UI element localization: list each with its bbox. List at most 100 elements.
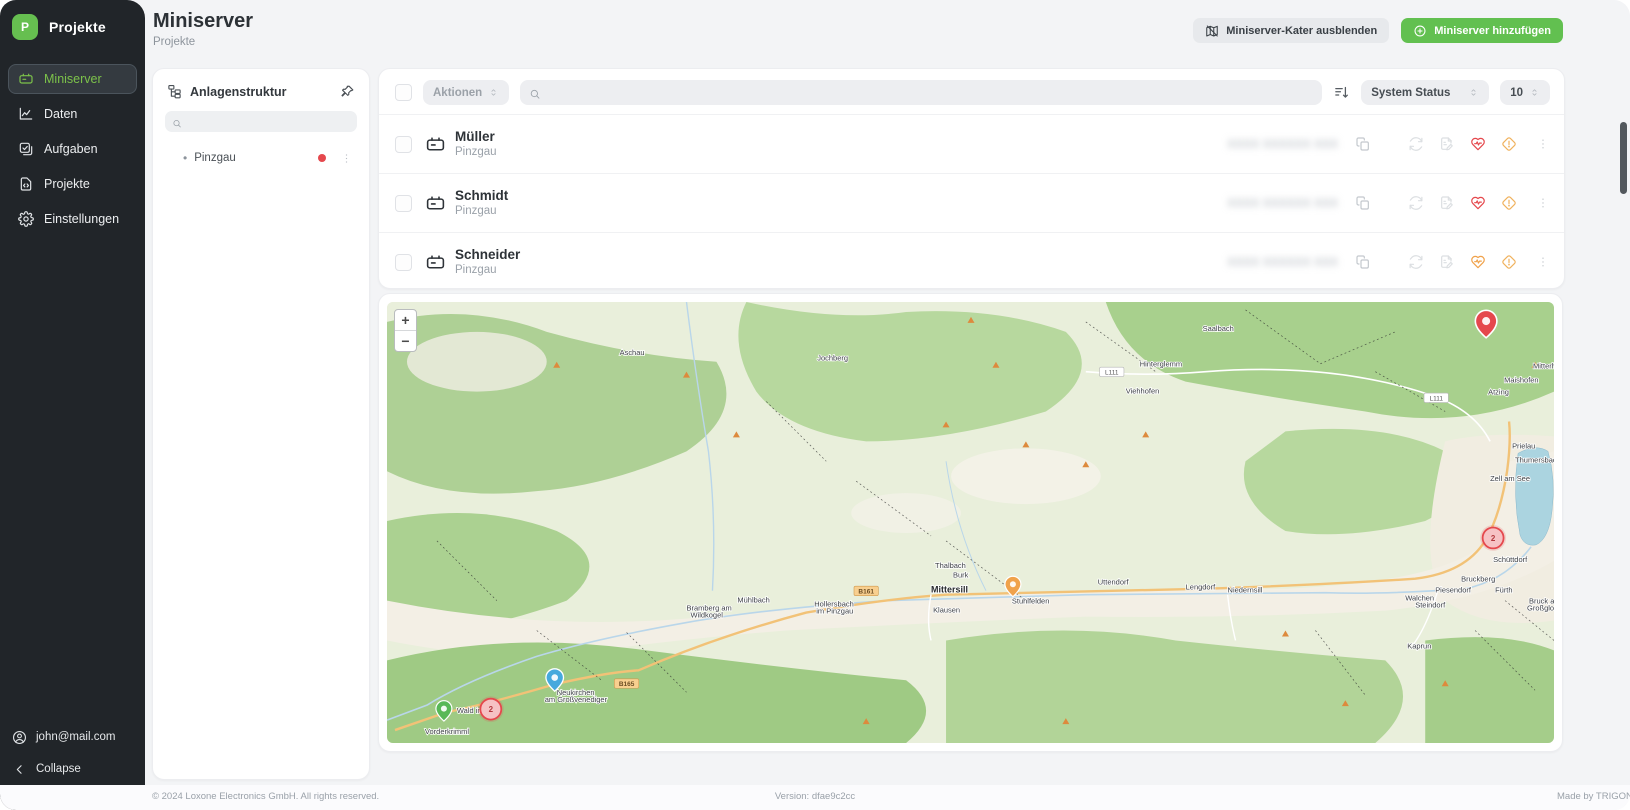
chevrons-updown-icon xyxy=(1529,87,1540,98)
map-place-label: Zell am See xyxy=(1490,474,1530,483)
brand-name: Projekte xyxy=(49,19,106,35)
row-menu-icon[interactable] xyxy=(1536,255,1550,269)
alert-diamond-icon[interactable] xyxy=(1501,136,1517,152)
table-row[interactable]: Schneider Pinzgau XXXX XXXXXX XXX xyxy=(379,232,1564,289)
chevron-left-icon xyxy=(12,762,27,777)
collapse-button[interactable]: Collapse xyxy=(12,756,133,782)
page-title: Miniserver xyxy=(153,10,253,33)
map-place-label: Stuhlfelden xyxy=(1012,597,1049,606)
refresh-icon[interactable] xyxy=(1408,136,1424,152)
map-place-label: Niedernsill xyxy=(1228,586,1263,595)
alert-diamond-icon[interactable] xyxy=(1501,254,1517,270)
user-email: john@mail.com xyxy=(36,731,115,743)
map-place-label: Steindorf xyxy=(1415,601,1446,610)
chevrons-updown-icon xyxy=(488,87,499,98)
refresh-icon[interactable] xyxy=(1408,195,1424,211)
health-heart-icon[interactable] xyxy=(1470,136,1486,152)
map-place-label: Hinterglemm xyxy=(1140,360,1182,369)
page-size-value: 10 xyxy=(1510,87,1523,99)
map-cluster-marker[interactable]: 2 xyxy=(478,696,504,722)
user-account[interactable]: john@mail.com xyxy=(12,724,133,750)
map-place-label: Uttendorf xyxy=(1098,578,1130,587)
tree-structure-icon xyxy=(167,84,182,99)
sidebar-item-daten[interactable]: Daten xyxy=(8,99,137,129)
actions-dropdown[interactable]: Aktionen xyxy=(423,80,509,105)
road-badge: L111 xyxy=(1424,393,1448,402)
person-circle-icon xyxy=(12,730,27,745)
hide-map-label: Miniserver-Kater ausblenden xyxy=(1226,25,1377,37)
table-search[interactable] xyxy=(520,80,1322,105)
miniserver-icon xyxy=(425,193,446,214)
search-icon xyxy=(529,87,541,99)
document-edit-icon[interactable] xyxy=(1439,195,1455,211)
map-cluster-marker[interactable]: 2 xyxy=(1480,525,1506,551)
pushpin-icon[interactable] xyxy=(340,84,355,99)
table-search-input[interactable] xyxy=(547,85,1313,101)
map-place-label: Aschau xyxy=(620,348,645,357)
miniserver-icon xyxy=(425,252,446,273)
tree-item-menu-icon[interactable] xyxy=(340,152,353,165)
miniserver-table: Aktionen System Status 10 Müller Pinzgau xyxy=(378,68,1565,289)
sidebar-bottom: john@mail.com Collapse xyxy=(0,724,145,782)
map-place-label: Vorderkrimml xyxy=(425,727,469,736)
tree-item[interactable]: • Pinzgau xyxy=(165,148,357,168)
footer: © 2024 Loxone Electronics GmbH. All righ… xyxy=(0,785,1630,810)
sidebar-item-einstellungen[interactable]: Einstellungen xyxy=(8,204,137,234)
file-code-icon xyxy=(18,176,34,192)
map-zoom-control: + − xyxy=(394,309,417,352)
sort-icon[interactable] xyxy=(1333,84,1350,101)
map-place-label: Piesendorf xyxy=(1435,586,1472,595)
hide-map-button[interactable]: Miniserver-Kater ausblenden xyxy=(1193,18,1389,43)
copy-icon[interactable] xyxy=(1355,254,1371,270)
refresh-icon[interactable] xyxy=(1408,254,1424,270)
structure-panel-title: Anlagenstruktur xyxy=(190,85,332,99)
row-menu-icon[interactable] xyxy=(1536,196,1550,210)
map-place-label: Saalbach xyxy=(1203,324,1234,333)
row-name: Schneider xyxy=(455,247,1227,263)
collapse-label: Collapse xyxy=(36,763,81,775)
copy-icon[interactable] xyxy=(1355,195,1371,211)
row-name: Müller xyxy=(455,129,1227,145)
table-row[interactable]: Müller Pinzgau XXXX XXXXXX XXX xyxy=(379,114,1564,173)
health-heart-icon[interactable] xyxy=(1470,195,1486,211)
row-checkbox[interactable] xyxy=(395,195,412,212)
page-scrollbar[interactable] xyxy=(1620,122,1627,194)
page-size-dropdown[interactable]: 10 xyxy=(1500,80,1550,105)
table-row[interactable]: Schmidt Pinzgau XXXX XXXXXX XXX xyxy=(379,173,1564,232)
status-filter-label: System Status xyxy=(1371,87,1450,99)
map-place-label: Schüttdorf xyxy=(1493,555,1528,564)
copy-icon[interactable] xyxy=(1355,136,1371,152)
map-place-label: Prielau xyxy=(1512,441,1535,450)
row-menu-icon[interactable] xyxy=(1536,137,1550,151)
zoom-out-button[interactable]: − xyxy=(395,330,416,351)
row-checkbox[interactable] xyxy=(395,136,412,153)
map[interactable]: + − xyxy=(387,302,1554,743)
svg-text:L111: L111 xyxy=(1105,369,1119,376)
health-heart-icon[interactable] xyxy=(1470,254,1486,270)
row-name: Schmidt xyxy=(455,188,1227,204)
road-badge: L111 xyxy=(1100,367,1124,376)
search-icon xyxy=(172,116,182,127)
document-edit-icon[interactable] xyxy=(1439,254,1455,270)
select-all-checkbox[interactable] xyxy=(395,84,412,101)
sidebar-item-aufgaben[interactable]: Aufgaben xyxy=(8,134,137,164)
sidebar-item-projekte[interactable]: Projekte xyxy=(8,169,137,199)
table-toolbar: Aktionen System Status 10 xyxy=(379,69,1564,114)
map-place-label: Thumersbach xyxy=(1515,455,1554,464)
structure-search[interactable] xyxy=(165,111,357,132)
structure-search-input[interactable] xyxy=(187,115,350,129)
miniserver-icon xyxy=(425,134,446,155)
add-miniserver-button[interactable]: Miniserver hinzufügen xyxy=(1401,18,1563,43)
map-place-label: Lengdorf xyxy=(1186,583,1216,592)
structure-panel-header: Anlagenstruktur xyxy=(153,69,369,109)
row-serial-redacted: XXXX XXXXXX XXX xyxy=(1227,255,1338,269)
top-actions: Miniserver-Kater ausblenden Miniserver h… xyxy=(1193,18,1563,43)
sidebar-item-miniserver[interactable]: Miniserver xyxy=(8,64,137,94)
tree-bullet: • xyxy=(183,151,187,165)
status-filter-dropdown[interactable]: System Status xyxy=(1361,80,1489,105)
row-checkbox[interactable] xyxy=(395,254,412,271)
alert-diamond-icon[interactable] xyxy=(1501,195,1517,211)
zoom-in-button[interactable]: + xyxy=(395,310,416,330)
brand: P Projekte xyxy=(0,0,145,50)
document-edit-icon[interactable] xyxy=(1439,136,1455,152)
